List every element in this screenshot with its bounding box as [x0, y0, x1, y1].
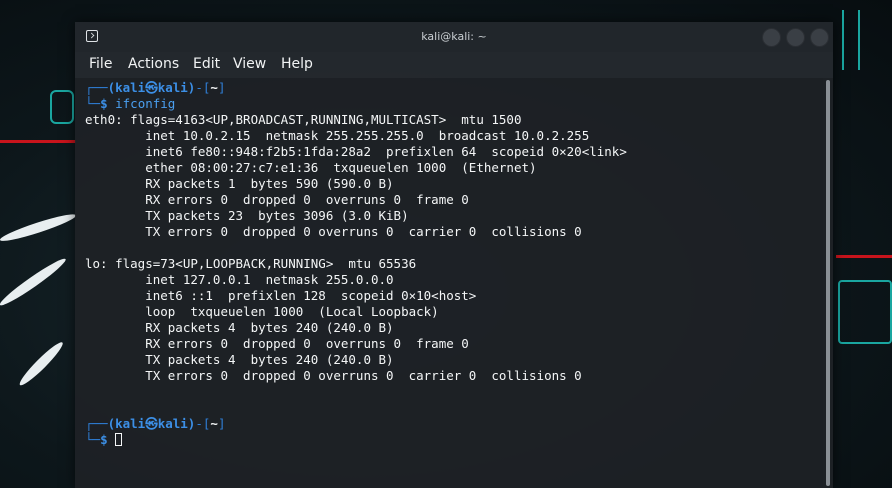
output-line: RX errors 0 dropped 0 overruns 0 frame 0 — [85, 192, 469, 207]
output-line: inet6 fe80::948:f2b5:1fda:28a2 prefixlen… — [85, 144, 627, 159]
prompt-dir-open: -[ — [195, 80, 211, 95]
terminal-window[interactable]: kali@kali: ~ File Actions Edit View Help… — [75, 22, 833, 488]
output-line: TX errors 0 dropped 0 overruns 0 carrier… — [85, 224, 582, 239]
output-line: ether 08:00:27:c7:e1:36 txqueuelen 1000 … — [85, 160, 537, 175]
prompt-line-1: ┌──(kali㉿kali)-[~] — [85, 80, 225, 96]
wallpaper-cyan-frame-left — [50, 90, 74, 124]
maximize-icon[interactable] — [786, 28, 805, 47]
output-line: TX packets 23 bytes 3096 (3.0 KiB) — [85, 208, 409, 223]
wallpaper-cyan-bars-right — [842, 10, 860, 70]
close-icon[interactable] — [810, 28, 829, 47]
output-line: TX packets 4 bytes 240 (240.0 B) — [85, 352, 394, 367]
menu-edit[interactable]: Edit — [193, 56, 220, 72]
prompt-dir-close: ] — [217, 80, 226, 95]
menu-view[interactable]: View — [233, 56, 266, 72]
prompt-corner: ┌── — [85, 416, 108, 431]
scrollbar[interactable] — [823, 78, 833, 488]
prompt-dollar: $ — [100, 432, 108, 447]
output-line: RX errors 0 dropped 0 overruns 0 frame 0 — [85, 336, 469, 351]
output-line: inet6 ::1 prefixlen 128 scopeid 0×10<hos… — [85, 288, 477, 303]
menu-bar: File Actions Edit View Help — [75, 52, 833, 78]
menu-help[interactable]: Help — [281, 56, 313, 72]
prompt-line-2: ┌──(kali㉿kali)-[~] — [85, 416, 225, 432]
minimize-icon[interactable] — [762, 28, 781, 47]
prompt-dir: ~ — [210, 416, 218, 431]
command-line-1: └─$ ifconfig — [85, 96, 175, 112]
prompt-dollar: $ — [100, 96, 108, 111]
command-text: ifconfig — [115, 96, 176, 111]
output-line: loop txqueuelen 1000 (Local Loopback) — [85, 304, 439, 319]
prompt-dir: ~ — [210, 80, 218, 95]
output-line: eth0: flags=4163<UP,BROADCAST,RUNNING,MU… — [85, 112, 522, 127]
text-cursor[interactable] — [115, 433, 123, 446]
desktop-wallpaper: kali@kali: ~ File Actions Edit View Help… — [0, 0, 892, 488]
prompt-user: (kali㉿kali) — [107, 80, 196, 95]
output-line: inet 127.0.0.1 netmask 255.0.0.0 — [85, 272, 394, 287]
menu-actions[interactable]: Actions — [128, 56, 179, 72]
wallpaper-dragon-stroke-3 — [16, 339, 66, 389]
prompt-corner: ┌── — [85, 80, 108, 95]
menu-file[interactable]: File — [89, 56, 112, 72]
output-line: inet 10.0.2.15 netmask 255.255.255.0 bro… — [85, 128, 590, 143]
command-line-2: └─$ — [85, 432, 123, 448]
wallpaper-dragon-stroke-2 — [0, 255, 69, 310]
terminal-output[interactable]: ┌──(kali㉿kali)-[~] └─$ ifconfig eth0: fl… — [75, 78, 823, 488]
wallpaper-red-line-right — [836, 255, 892, 258]
output-line: RX packets 1 bytes 590 (590.0 B) — [85, 176, 394, 191]
output-line: TX errors 0 dropped 0 overruns 0 carrier… — [85, 368, 582, 383]
prompt-dir-close: ] — [217, 416, 226, 431]
prompt-corner-bottom: └─ — [85, 96, 101, 111]
wallpaper-red-line-left — [0, 140, 76, 143]
wallpaper-cyan-frame-right — [838, 280, 892, 344]
wallpaper-dragon-stroke-1 — [0, 210, 78, 245]
output-line: lo: flags=73<UP,LOOPBACK,RUNNING> mtu 65… — [85, 256, 417, 271]
output-line: RX packets 4 bytes 240 (240.0 B) — [85, 320, 394, 335]
prompt-corner-bottom: └─ — [85, 432, 101, 447]
title-bar[interactable]: kali@kali: ~ — [75, 22, 833, 52]
window-title: kali@kali: ~ — [421, 30, 487, 43]
prompt-user: (kali㉿kali) — [107, 416, 196, 431]
scrollbar-thumb[interactable] — [826, 80, 830, 486]
prompt-dir-open: -[ — [195, 416, 211, 431]
